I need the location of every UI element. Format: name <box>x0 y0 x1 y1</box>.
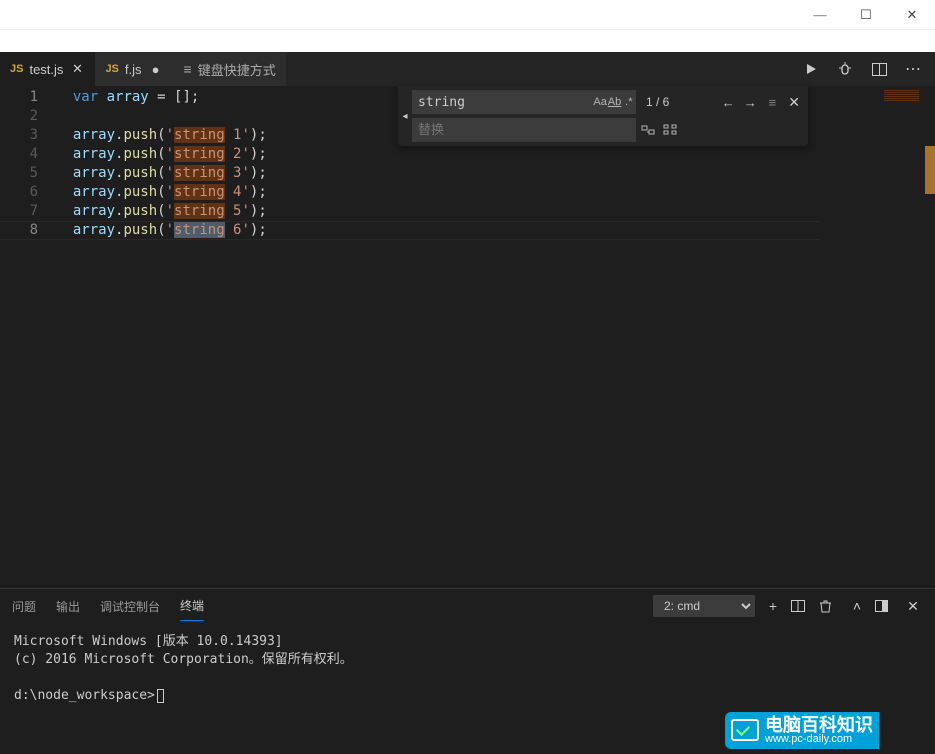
close-search-icon[interactable]: ✕ <box>784 94 804 111</box>
line-number: 4 <box>0 145 56 164</box>
monitor-check-icon <box>731 719 759 741</box>
replace-all-icon[interactable] <box>660 120 680 140</box>
split-editor-icon[interactable] <box>865 52 893 86</box>
find-replace-widget: ◂ Aa Ab .* 1 / 6 ← → ≡ ✕ <box>398 86 808 146</box>
minimap-match-marks <box>884 90 919 101</box>
match-case-icon[interactable]: Aa <box>593 92 607 112</box>
code-line: array.push('string 6'); <box>56 221 935 240</box>
kill-terminal-icon[interactable] <box>819 599 839 613</box>
code-line: array.push('string 2'); <box>56 145 935 164</box>
editor-tabbar: JS test.js ✕ JS f.js ● ≡ 键盘快捷方式 ⋯ <box>0 52 935 86</box>
terminal-cursor <box>157 689 164 703</box>
code-line: array.push('string 4'); <box>56 183 935 202</box>
replace-input[interactable] <box>412 118 636 142</box>
overview-ruler[interactable] <box>921 86 935 588</box>
window-titlebar: — ☐ ✕ <box>0 0 935 30</box>
terminal-selector[interactable]: 2: cmd <box>653 595 755 617</box>
tab-keyboard-shortcuts[interactable]: ≡ 键盘快捷方式 <box>174 52 286 86</box>
maximize-panel-up-icon[interactable]: ˄ <box>847 598 867 614</box>
line-number: 3 <box>0 126 56 145</box>
close-panel-icon[interactable]: ✕ <box>903 598 923 615</box>
toggle-replace-icon[interactable]: ◂ <box>398 90 412 142</box>
panel-tab-output[interactable]: 输出 <box>56 592 80 621</box>
terminal-line: (c) 2016 Microsoft Corporation。保留所有权利。 <box>14 651 921 669</box>
replace-one-icon[interactable] <box>638 120 658 140</box>
line-number: 5 <box>0 164 56 183</box>
regex-icon[interactable]: .* <box>622 92 636 112</box>
keyboard-icon: ≡ <box>184 61 192 77</box>
find-in-selection-icon[interactable]: ≡ <box>762 92 782 112</box>
more-actions-icon[interactable]: ⋯ <box>899 52 927 86</box>
panel-tab-problems[interactable]: 问题 <box>12 592 36 621</box>
whole-word-icon[interactable]: Ab <box>607 92 621 112</box>
debug-icon[interactable] <box>831 52 859 86</box>
panel-tab-terminal[interactable]: 终端 <box>180 591 204 621</box>
line-number: 2 <box>0 107 56 126</box>
overview-match-mark <box>925 146 935 194</box>
titlebar-gap <box>0 30 935 52</box>
terminal-line <box>14 669 921 687</box>
panel-tab-debug-console[interactable]: 调试控制台 <box>100 592 160 621</box>
code-line: array.push('string 3'); <box>56 164 935 183</box>
watermark-badge: 电脑百科知识 www.pc-daily.com <box>725 712 879 749</box>
minimap[interactable] <box>829 90 919 592</box>
watermark-url: www.pc-daily.com <box>765 734 873 745</box>
match-count: 1 / 6 <box>638 95 677 109</box>
line-gutter: 1 2 3 4 5 6 7 8 <box>0 86 56 588</box>
editor-area: 1 2 3 4 5 6 7 8 var array = []; array.pu… <box>0 86 935 588</box>
close-window-button[interactable]: ✕ <box>889 0 935 30</box>
panel-actions: 2: cmd + ˄ ✕ <box>653 595 923 617</box>
js-file-icon: JS <box>105 63 118 75</box>
code-content[interactable]: var array = []; array.push('string 1'); … <box>56 86 935 588</box>
watermark: 电脑百科知识 www.pc-daily.com <box>725 706 935 754</box>
move-panel-icon[interactable] <box>875 600 895 612</box>
dirty-dot-icon[interactable]: ● <box>148 62 164 77</box>
code-line: array.push('string 5'); <box>56 202 935 221</box>
tab-label: test.js <box>29 62 63 77</box>
new-terminal-icon[interactable]: + <box>763 598 783 614</box>
run-icon[interactable] <box>797 52 825 86</box>
line-number: 7 <box>0 202 56 221</box>
tabbar-actions: ⋯ <box>797 52 935 86</box>
close-tab-icon[interactable]: ✕ <box>69 61 85 77</box>
terminal-prompt: d:\node_workspace> <box>14 687 921 705</box>
split-terminal-icon[interactable] <box>791 600 811 612</box>
tab-f-js[interactable]: JS f.js ● <box>95 52 173 86</box>
panel-tabs: 问题 输出 调试控制台 终端 2: cmd + ˄ ✕ <box>0 589 935 623</box>
terminal-line: Microsoft Windows [版本 10.0.14393] <box>14 633 921 651</box>
maximize-button[interactable]: ☐ <box>843 0 889 30</box>
find-input[interactable] <box>412 90 593 114</box>
find-input-holder: Aa Ab .* <box>412 90 636 114</box>
tab-label: f.js <box>125 62 142 77</box>
tab-test-js[interactable]: JS test.js ✕ <box>0 52 95 86</box>
next-match-icon[interactable]: → <box>740 92 760 112</box>
line-number: 1 <box>0 88 56 107</box>
prev-match-icon[interactable]: ← <box>718 92 738 112</box>
minimize-button[interactable]: — <box>797 0 843 30</box>
js-file-icon: JS <box>10 63 23 75</box>
line-number: 6 <box>0 183 56 202</box>
tab-label: 键盘快捷方式 <box>198 60 276 79</box>
watermark-title: 电脑百科知识 <box>765 716 873 734</box>
